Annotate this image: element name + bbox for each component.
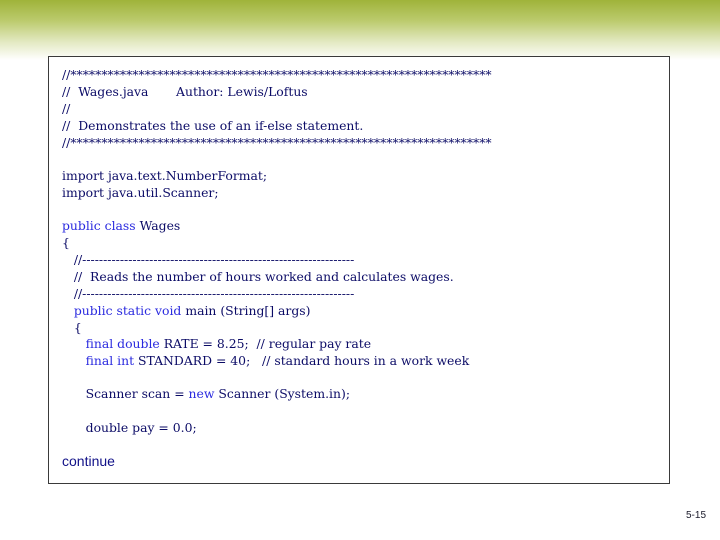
class-name: Wages [135, 218, 181, 233]
rate-declaration: final double RATE = 8.25; // regular pay… [62, 335, 371, 352]
standard-type-keyword: final int [62, 353, 135, 368]
standard-statement: STANDARD = 40; // standard hours in a wo… [134, 353, 470, 368]
rate-type-keyword: final double [62, 336, 160, 351]
blank-comment: // [62, 101, 71, 116]
standard-declaration: final int STANDARD = 40; // standard hou… [62, 352, 470, 369]
header-comment-border-top: //**************************************… [62, 67, 492, 82]
new-keyword: new [188, 386, 215, 401]
pay-declaration: double pay = 0.0; [62, 420, 197, 435]
method-comment-border-top: //--------------------------------------… [62, 252, 355, 267]
rate-statement: RATE = 8.25; // regular pay rate [159, 336, 372, 351]
main-method-signature: public static void main (String[] args) [62, 302, 311, 319]
scanner-variable: Scanner scan = [62, 386, 189, 401]
file-author-comment: // Wages.java Author: Lewis/Loftus [62, 84, 308, 99]
description-comment: // Demonstrates the use of an if-else st… [62, 118, 364, 133]
import-scanner: import java.util.Scanner; [62, 185, 219, 200]
class-keyword: public class [62, 218, 136, 233]
class-open-brace: { [62, 235, 70, 250]
method-comment-border-bottom: //--------------------------------------… [62, 286, 355, 301]
method-comment: // Reads the number of hours worked and … [62, 269, 454, 284]
method-modifiers: public static void [62, 303, 182, 318]
class-declaration: public class Wages [62, 217, 180, 234]
method-name: main (String[] args) [181, 303, 311, 318]
scanner-creation: Scanner scan = new Scanner (System.in); [62, 385, 350, 402]
method-open-brace: { [62, 320, 82, 335]
header-comment-border-bottom: //**************************************… [62, 135, 492, 150]
continue-label: continue [62, 453, 115, 469]
code-listing: //**************************************… [48, 56, 670, 484]
import-numberformat: import java.text.NumberFormat; [62, 168, 268, 183]
title-band [0, 0, 720, 60]
page-number: 5-15 [685, 510, 706, 521]
scanner-constructor: Scanner (System.in); [214, 386, 350, 401]
